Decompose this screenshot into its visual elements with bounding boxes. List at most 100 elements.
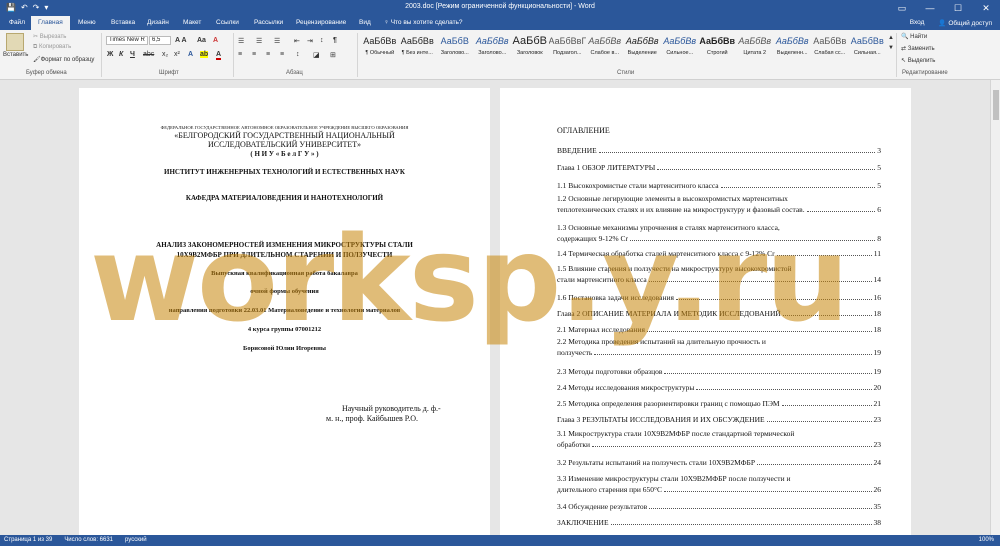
- cut-button[interactable]: ✂ Вырезать: [33, 33, 66, 40]
- toc-entry[interactable]: 3.1 Микроструктура стали 10Х9В2МФБР посл…: [557, 428, 881, 450]
- vertical-scrollbar[interactable]: [990, 80, 1000, 535]
- decrease-indent-icon[interactable]: ⇤: [294, 37, 300, 45]
- style-item[interactable]: АаБбВв ¶ Обычный: [361, 33, 399, 63]
- toc-entry[interactable]: 3.4 Обсуждение результатов 35: [557, 501, 881, 512]
- toc-entry[interactable]: 2.2 Методика проведения испытаний на дли…: [557, 336, 881, 358]
- highlight-icon[interactable]: ab: [200, 51, 209, 58]
- tab-mailings[interactable]: Рассылки: [254, 19, 283, 26]
- replace-button[interactable]: ⇄ Заменить: [901, 45, 935, 52]
- justify-icon[interactable]: ≡: [280, 51, 284, 58]
- paste-icon[interactable]: [6, 33, 24, 51]
- shading-icon[interactable]: ◪: [313, 51, 320, 59]
- find-button[interactable]: 🔍 Найти: [901, 33, 927, 40]
- multilevel-list-icon[interactable]: ☰: [274, 37, 280, 45]
- close-button[interactable]: ✕: [972, 0, 1000, 16]
- toc-entry[interactable]: Глава 1 ОБЗОР ЛИТЕРАТУРЫ 5: [557, 162, 881, 173]
- toc-entry[interactable]: 1.2 Основные легирующие элементы в высок…: [557, 193, 881, 215]
- tell-me-box[interactable]: ♀ Что вы хотите сделать?: [384, 19, 463, 26]
- subscript-button[interactable]: x₂: [162, 51, 168, 58]
- tab-menu[interactable]: Меню: [78, 19, 96, 26]
- select-button[interactable]: ↖ Выделить: [901, 57, 935, 64]
- toc-entry[interactable]: 1.6 Постановка задачи исследования 16: [557, 292, 881, 303]
- copy-button[interactable]: ⧉ Копировать: [33, 44, 71, 51]
- scroll-thumb[interactable]: [993, 90, 999, 120]
- toc-leader: [663, 491, 872, 492]
- sort-icon[interactable]: ↕: [320, 37, 324, 44]
- styles-scroll-up-icon[interactable]: ▲: [888, 35, 894, 41]
- minimize-button[interactable]: —: [916, 0, 944, 16]
- format-painter-button[interactable]: 🖌Формат по образцу: [33, 56, 94, 63]
- toc-entry[interactable]: 1.4 Термическая обработка сталей мартенс…: [557, 248, 881, 259]
- style-item[interactable]: АаБбВв Сильная...: [849, 33, 887, 63]
- tab-insert[interactable]: Вставка: [111, 19, 135, 26]
- tab-references[interactable]: Ссылки: [216, 19, 239, 26]
- toc-entry[interactable]: ВВЕДЕНИЕ 3: [557, 145, 881, 156]
- tab-review[interactable]: Рецензирование: [296, 19, 346, 26]
- page-count[interactable]: Страница 1 из 39: [4, 537, 52, 543]
- style-item[interactable]: АаБбВ Заголовок: [511, 33, 549, 63]
- toc-entry[interactable]: 2.3 Методы подготовки образцов 19: [557, 366, 881, 377]
- style-item[interactable]: АаБбВ Заголово...: [436, 33, 474, 63]
- style-item[interactable]: АаБбВв ¶ Без инте...: [399, 33, 437, 63]
- bold-button[interactable]: Ж: [107, 51, 113, 58]
- grow-font-icon[interactable]: A A: [175, 37, 187, 44]
- style-item[interactable]: АаБбВв Заголово...: [474, 33, 512, 63]
- numbering-icon[interactable]: ☰: [256, 37, 262, 45]
- toc-entry[interactable]: 3.3 Изменение микроструктуры стали 10Х9В…: [557, 473, 881, 495]
- change-case-icon[interactable]: Aa: [197, 37, 206, 44]
- bullets-icon[interactable]: ☰: [238, 37, 244, 45]
- language[interactable]: русский: [125, 537, 147, 543]
- toc-entry[interactable]: ЗАКЛЮЧЕНИЕ 38: [557, 517, 881, 528]
- align-right-icon[interactable]: ≡: [266, 51, 270, 58]
- document-area[interactable]: ФЕДЕРАЛЬНОЕ ГОСУДАРСТВЕННОЕ АВТОНОМНОЕ О…: [0, 80, 1000, 535]
- toc-entry[interactable]: 1.1 Высокохромистые стали мартенситного …: [557, 180, 881, 191]
- tab-view[interactable]: Вид: [359, 19, 371, 26]
- align-left-icon[interactable]: ≡: [238, 51, 242, 58]
- text-effects-icon[interactable]: A: [188, 51, 193, 58]
- strikethrough-button[interactable]: abc: [143, 51, 154, 58]
- tab-design[interactable]: Дизайн: [147, 19, 169, 26]
- toc-entry[interactable]: Глава 2 ОПИСАНИЕ МАТЕРИАЛА И МЕТОДИК ИСС…: [557, 308, 881, 319]
- style-item[interactable]: АаБбВв Строгий: [699, 33, 737, 63]
- toc-entry[interactable]: 2.1 Материал исследования 18: [557, 324, 881, 335]
- tab-file[interactable]: Файл: [9, 19, 25, 26]
- toc-page-number: 18: [873, 309, 882, 318]
- zoom-level[interactable]: 100%: [979, 537, 994, 543]
- font-size-box[interactable]: 6,5: [149, 36, 171, 45]
- tab-layout[interactable]: Макет: [183, 19, 201, 26]
- superscript-button[interactable]: x²: [174, 51, 180, 58]
- sign-in-link[interactable]: Вход: [910, 19, 925, 27]
- toc-entry[interactable]: 3.2 Результаты испытаний на ползучесть с…: [557, 457, 881, 468]
- style-item[interactable]: АаБбВв Сильное...: [661, 33, 699, 63]
- word-count[interactable]: Число слов: 6631: [64, 537, 113, 543]
- italic-button[interactable]: К: [119, 51, 123, 58]
- ribbon-display-button[interactable]: ▭: [888, 0, 916, 16]
- toc-entry[interactable]: 2.5 Методика определения разориентировки…: [557, 398, 881, 409]
- toc-entry[interactable]: 2.4 Методы исследования микроструктуры 20: [557, 382, 881, 393]
- maximize-button[interactable]: ☐: [944, 0, 972, 16]
- line-spacing-icon[interactable]: ↕: [296, 51, 300, 58]
- tab-home[interactable]: Главная: [31, 16, 70, 30]
- style-item[interactable]: АаБбВв Слабая сс...: [811, 33, 849, 63]
- style-item[interactable]: АаБбВв Слабое в...: [586, 33, 624, 63]
- style-item[interactable]: АаБбВв Выделение: [624, 33, 662, 63]
- increase-indent-icon[interactable]: ⇥: [307, 37, 313, 45]
- title-page[interactable]: ФЕДЕРАЛЬНОЕ ГОСУДАРСТВЕННОЕ АВТОНОМНОЕ О…: [79, 88, 490, 535]
- clear-format-icon[interactable]: A: [213, 37, 218, 44]
- style-item[interactable]: АаБбВвГ Подзагол...: [549, 33, 587, 63]
- toc-entry[interactable]: 1.5 Влияние старения и ползучести на мик…: [557, 263, 881, 285]
- borders-icon[interactable]: ⊞: [330, 51, 336, 59]
- toc-page[interactable]: ОГЛАВЛЕНИЕ ВВЕДЕНИЕ 3 Глава 1 ОБЗОР ЛИТЕРА…: [500, 88, 911, 535]
- font-color-icon[interactable]: A: [216, 51, 222, 60]
- share-button[interactable]: 👤 Общий доступ: [938, 19, 992, 27]
- toc-entry[interactable]: Глава 3 РЕЗУЛЬТАТЫ ИССЛЕДОВАНИЯ И ИХ ОБС…: [557, 414, 881, 425]
- styles-scroll-down-icon[interactable]: ▼: [888, 45, 894, 51]
- font-name-box[interactable]: Times New R: [106, 36, 148, 45]
- align-center-icon[interactable]: ≡: [252, 51, 256, 58]
- style-item[interactable]: АаБбВв Выделенн...: [774, 33, 812, 63]
- pilcrow-icon[interactable]: ¶: [333, 37, 337, 44]
- paste-button[interactable]: Вставить: [3, 52, 28, 58]
- style-item[interactable]: АаБбВв Цитата 2: [736, 33, 774, 63]
- underline-button[interactable]: Ч: [130, 51, 135, 58]
- toc-entry[interactable]: 1.3 Основные механизмы упрочнения в стал…: [557, 222, 881, 244]
